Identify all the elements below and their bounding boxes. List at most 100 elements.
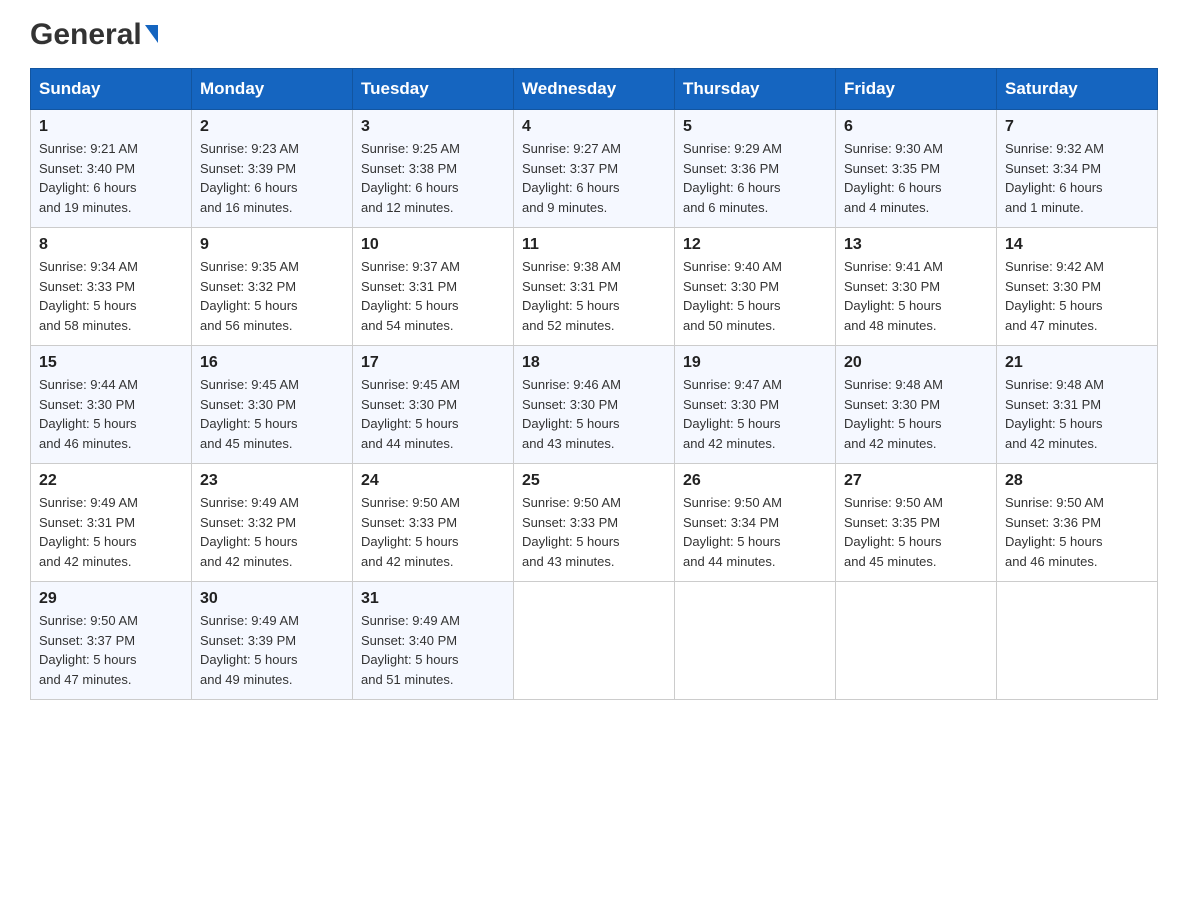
- day-info: Sunrise: 9:42 AMSunset: 3:30 PMDaylight:…: [1005, 257, 1149, 335]
- calendar-cell: 18Sunrise: 9:46 AMSunset: 3:30 PMDayligh…: [514, 346, 675, 464]
- calendar-cell: 30 Sunrise: 9:49 AMSunset: 3:39 PMDayligh…: [192, 582, 353, 700]
- calendar-cell: 31Sunrise: 9:49 AMSunset: 3:40 PMDayligh…: [353, 582, 514, 700]
- day-number: 20: [844, 354, 988, 372]
- calendar-cell: 25 Sunrise: 9:50 AMSunset: 3:33 PMDayligh…: [514, 464, 675, 582]
- day-info: Sunrise: 9:49 AMSunset: 3:39 PMDaylight:…: [200, 611, 344, 689]
- day-info: Sunrise: 9:48 AMSunset: 3:30 PMDaylight:…: [844, 375, 988, 453]
- calendar-cell: 26 Sunrise: 9:50 AMSunset: 3:34 PMDayligh…: [675, 464, 836, 582]
- page-header: General: [30, 20, 1158, 50]
- day-info: Sunrise: 9:27 AMSunset: 3:37 PMDaylight:…: [522, 139, 666, 217]
- calendar-cell: 19 Sunrise: 9:47 AMSunset: 3:30 PMDayligh…: [675, 346, 836, 464]
- calendar-cell: 12 Sunrise: 9:40 AMSunset: 3:30 PMDayligh…: [675, 228, 836, 346]
- logo: General: [30, 20, 158, 50]
- day-number: 1: [39, 118, 183, 136]
- day-info: Sunrise: 9:32 AMSunset: 3:34 PMDaylight:…: [1005, 139, 1149, 217]
- day-number: 6: [844, 118, 988, 136]
- calendar-cell: 1 Sunrise: 9:21 AMSunset: 3:40 PMDaylight…: [31, 110, 192, 228]
- day-number: 3: [361, 118, 505, 136]
- column-header-sunday: Sunday: [31, 69, 192, 110]
- day-info: Sunrise: 9:48 AMSunset: 3:31 PMDaylight:…: [1005, 375, 1149, 453]
- calendar-cell: 27 Sunrise: 9:50 AMSunset: 3:35 PMDayligh…: [836, 464, 997, 582]
- day-info: Sunrise: 9:47 AMSunset: 3:30 PMDaylight:…: [683, 375, 827, 453]
- week-row-3: 15Sunrise: 9:44 AMSunset: 3:30 PMDayligh…: [31, 346, 1158, 464]
- calendar-cell: 7 Sunrise: 9:32 AMSunset: 3:34 PMDaylight…: [997, 110, 1158, 228]
- day-number: 21: [1005, 354, 1149, 372]
- logo-general: General: [30, 20, 142, 50]
- day-info: Sunrise: 9:30 AMSunset: 3:35 PMDaylight:…: [844, 139, 988, 217]
- day-info: Sunrise: 9:45 AMSunset: 3:30 PMDaylight:…: [200, 375, 344, 453]
- day-number: 22: [39, 472, 183, 490]
- calendar-cell: [836, 582, 997, 700]
- calendar-cell: 11 Sunrise: 9:38 AMSunset: 3:31 PMDayligh…: [514, 228, 675, 346]
- calendar-cell: 2 Sunrise: 9:23 AMSunset: 3:39 PMDaylight…: [192, 110, 353, 228]
- day-number: 11: [522, 236, 666, 254]
- day-info: Sunrise: 9:29 AMSunset: 3:36 PMDaylight:…: [683, 139, 827, 217]
- calendar-cell: [997, 582, 1158, 700]
- calendar-cell: 20 Sunrise: 9:48 AMSunset: 3:30 PMDayligh…: [836, 346, 997, 464]
- calendar-cell: 6 Sunrise: 9:30 AMSunset: 3:35 PMDaylight…: [836, 110, 997, 228]
- day-number: 16: [200, 354, 344, 372]
- week-row-1: 1 Sunrise: 9:21 AMSunset: 3:40 PMDaylight…: [31, 110, 1158, 228]
- day-info: Sunrise: 9:50 AMSunset: 3:36 PMDaylight:…: [1005, 493, 1149, 571]
- calendar-cell: 8 Sunrise: 9:34 AMSunset: 3:33 PMDaylight…: [31, 228, 192, 346]
- calendar-table: SundayMondayTuesdayWednesdayThursdayFrid…: [30, 68, 1158, 700]
- day-number: 26: [683, 472, 827, 490]
- day-number: 27: [844, 472, 988, 490]
- day-number: 15: [39, 354, 183, 372]
- calendar-cell: 13Sunrise: 9:41 AMSunset: 3:30 PMDayligh…: [836, 228, 997, 346]
- column-header-friday: Friday: [836, 69, 997, 110]
- calendar-cell: 17 Sunrise: 9:45 AMSunset: 3:30 PMDayligh…: [353, 346, 514, 464]
- calendar-cell: 4 Sunrise: 9:27 AMSunset: 3:37 PMDaylight…: [514, 110, 675, 228]
- day-info: Sunrise: 9:37 AMSunset: 3:31 PMDaylight:…: [361, 257, 505, 335]
- day-info: Sunrise: 9:50 AMSunset: 3:33 PMDaylight:…: [522, 493, 666, 571]
- calendar-header-row: SundayMondayTuesdayWednesdayThursdayFrid…: [31, 69, 1158, 110]
- day-number: 19: [683, 354, 827, 372]
- day-number: 8: [39, 236, 183, 254]
- day-info: Sunrise: 9:50 AMSunset: 3:37 PMDaylight:…: [39, 611, 183, 689]
- day-number: 2: [200, 118, 344, 136]
- calendar-cell: 10 Sunrise: 9:37 AMSunset: 3:31 PMDayligh…: [353, 228, 514, 346]
- day-info: Sunrise: 9:50 AMSunset: 3:35 PMDaylight:…: [844, 493, 988, 571]
- day-info: Sunrise: 9:49 AMSunset: 3:32 PMDaylight:…: [200, 493, 344, 571]
- day-info: Sunrise: 9:49 AMSunset: 3:40 PMDaylight:…: [361, 611, 505, 689]
- column-header-tuesday: Tuesday: [353, 69, 514, 110]
- day-info: Sunrise: 9:34 AMSunset: 3:33 PMDaylight:…: [39, 257, 183, 335]
- day-info: Sunrise: 9:50 AMSunset: 3:34 PMDaylight:…: [683, 493, 827, 571]
- day-info: Sunrise: 9:50 AMSunset: 3:33 PMDaylight:…: [361, 493, 505, 571]
- week-row-5: 29Sunrise: 9:50 AMSunset: 3:37 PMDayligh…: [31, 582, 1158, 700]
- calendar-cell: 28 Sunrise: 9:50 AMSunset: 3:36 PMDayligh…: [997, 464, 1158, 582]
- calendar-cell: 22 Sunrise: 9:49 AMSunset: 3:31 PMDayligh…: [31, 464, 192, 582]
- day-number: 5: [683, 118, 827, 136]
- day-number: 23: [200, 472, 344, 490]
- calendar-cell: 24Sunrise: 9:50 AMSunset: 3:33 PMDayligh…: [353, 464, 514, 582]
- calendar-cell: [514, 582, 675, 700]
- day-info: Sunrise: 9:41 AMSunset: 3:30 PMDaylight:…: [844, 257, 988, 335]
- day-number: 4: [522, 118, 666, 136]
- day-info: Sunrise: 9:23 AMSunset: 3:39 PMDaylight:…: [200, 139, 344, 217]
- column-header-saturday: Saturday: [997, 69, 1158, 110]
- day-info: Sunrise: 9:49 AMSunset: 3:31 PMDaylight:…: [39, 493, 183, 571]
- calendar-cell: 15Sunrise: 9:44 AMSunset: 3:30 PMDayligh…: [31, 346, 192, 464]
- day-number: 10: [361, 236, 505, 254]
- column-header-wednesday: Wednesday: [514, 69, 675, 110]
- day-info: Sunrise: 9:35 AMSunset: 3:32 PMDaylight:…: [200, 257, 344, 335]
- day-number: 18: [522, 354, 666, 372]
- calendar-cell: [675, 582, 836, 700]
- day-number: 30: [200, 590, 344, 608]
- calendar-cell: 21 Sunrise: 9:48 AMSunset: 3:31 PMDayligh…: [997, 346, 1158, 464]
- day-number: 28: [1005, 472, 1149, 490]
- logo-arrow-icon: [145, 25, 158, 43]
- calendar-cell: 5 Sunrise: 9:29 AMSunset: 3:36 PMDaylight…: [675, 110, 836, 228]
- day-number: 17: [361, 354, 505, 372]
- calendar-cell: 3Sunrise: 9:25 AMSunset: 3:38 PMDaylight…: [353, 110, 514, 228]
- day-number: 7: [1005, 118, 1149, 136]
- calendar-cell: 29Sunrise: 9:50 AMSunset: 3:37 PMDayligh…: [31, 582, 192, 700]
- day-info: Sunrise: 9:40 AMSunset: 3:30 PMDaylight:…: [683, 257, 827, 335]
- day-number: 25: [522, 472, 666, 490]
- day-info: Sunrise: 9:38 AMSunset: 3:31 PMDaylight:…: [522, 257, 666, 335]
- calendar-cell: 16 Sunrise: 9:45 AMSunset: 3:30 PMDayligh…: [192, 346, 353, 464]
- day-number: 12: [683, 236, 827, 254]
- day-info: Sunrise: 9:45 AMSunset: 3:30 PMDaylight:…: [361, 375, 505, 453]
- day-info: Sunrise: 9:21 AMSunset: 3:40 PMDaylight:…: [39, 139, 183, 217]
- calendar-cell: 9Sunrise: 9:35 AMSunset: 3:32 PMDaylight…: [192, 228, 353, 346]
